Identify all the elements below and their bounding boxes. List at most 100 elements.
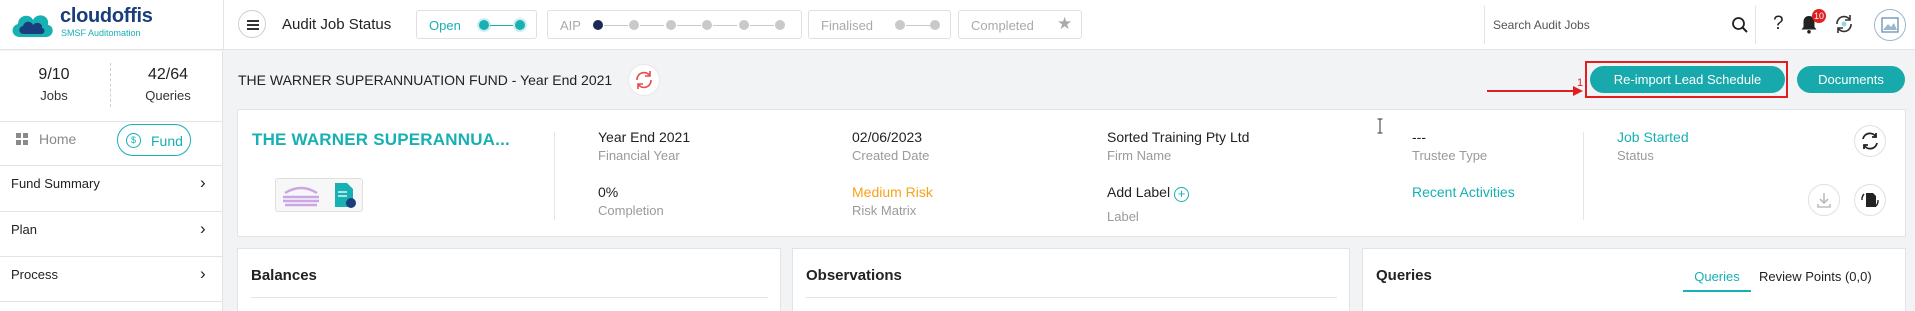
sidebar-item-label: Fund Summary	[11, 176, 100, 191]
stage-aip[interactable]: AIP	[547, 10, 802, 39]
risk-matrix-label: Risk Matrix	[852, 203, 917, 218]
label-label: Label	[1107, 209, 1139, 224]
tab-home-label: Home	[39, 131, 77, 147]
help-icon[interactable]: ?	[1773, 13, 1784, 35]
stage-step-dot	[629, 20, 639, 30]
download-button[interactable]	[1808, 184, 1840, 216]
hamburger-icon-line	[247, 28, 259, 30]
status-value: Job Started	[1617, 129, 1689, 145]
user-avatar[interactable]	[1874, 9, 1906, 41]
logo-text: cloudoffis	[60, 5, 153, 27]
created-date-value: 02/06/2023	[852, 129, 923, 145]
sync-status-button[interactable]	[1854, 125, 1886, 157]
recent-activities-link[interactable]: Recent Activities	[1412, 184, 1515, 200]
chevron-right-icon: ›	[200, 219, 206, 238]
created-date-label: Created Date	[852, 148, 930, 163]
jobs-stat: 9/10 Jobs	[34, 66, 74, 103]
top-bar: cloudoffis SMSF Auditomation Audit Job S…	[0, 0, 1915, 50]
dollar-icon: $	[126, 133, 141, 148]
stage-step-line	[906, 24, 930, 26]
completion-value: 0%	[598, 184, 619, 200]
financial-year-value: Year End 2021	[598, 129, 691, 145]
sidebar-item-fund-summary[interactable]: Fund Summary ›	[0, 165, 222, 201]
tab-fund[interactable]: $ Fund	[117, 124, 191, 156]
recent-activities-field: Recent Activities	[1412, 184, 1515, 200]
fund-name[interactable]: THE WARNER SUPERANNUA...	[252, 130, 510, 150]
stage-step-line	[490, 24, 514, 26]
stage-step-dot	[930, 20, 940, 30]
fund-detail-card: THE WARNER SUPERANNUA... Year End 2021 F…	[237, 109, 1906, 237]
cloud-stack-icon	[283, 186, 319, 207]
stage-step-dot	[666, 20, 676, 30]
refresh-icon	[636, 71, 652, 89]
chevron-right-icon: ›	[200, 173, 206, 192]
observations-title: Observations	[806, 267, 902, 284]
stage-label: Finalised	[821, 18, 874, 33]
jobs-count: 9/10	[38, 66, 70, 83]
stage-step-dot	[479, 20, 489, 30]
reimport-lead-schedule-button[interactable]: Re-import Lead Schedule	[1590, 66, 1785, 93]
search-icon[interactable]	[1731, 16, 1749, 34]
hamburger-icon-line	[247, 20, 259, 22]
observations-panel: Observations	[792, 248, 1350, 311]
topbar-divider	[223, 0, 224, 50]
status-label: Status	[1617, 148, 1654, 163]
stage-finalised[interactable]: Finalised	[808, 10, 951, 39]
panel-rule	[806, 297, 1337, 298]
risk-matrix-value[interactable]: Medium Risk	[852, 184, 933, 200]
sidebar-item-divider	[0, 301, 222, 311]
sidebar-item-process[interactable]: Process ›	[0, 256, 222, 292]
sidebar-item-label: Process	[11, 267, 58, 282]
documents-button[interactable]: Documents	[1797, 66, 1905, 93]
stage-step-dot	[593, 20, 603, 30]
tab-queries[interactable]: Queries	[1683, 269, 1751, 292]
add-label-button[interactable]: Add Label +	[1107, 184, 1190, 202]
status-field: Job Started Status	[1617, 129, 1689, 163]
label-field: Add Label + Label	[1107, 184, 1190, 224]
stage-step-line	[604, 24, 628, 26]
tab-fund-label: Fund	[151, 133, 183, 149]
page-title: Audit Job Status	[282, 16, 392, 33]
balances-panel: Balances	[237, 248, 781, 311]
notification-count-badge: 10	[1812, 9, 1827, 23]
trustee-type-value: ---	[1412, 129, 1426, 145]
stage-step-dot	[515, 20, 525, 30]
stage-label: Open	[429, 18, 461, 33]
chevron-right-icon: ›	[200, 264, 206, 283]
stat-divider-horizontal	[0, 121, 222, 122]
document-sync-button[interactable]	[1854, 184, 1886, 216]
queries-panel: Queries Queries Review Points (0,0)	[1362, 248, 1906, 311]
landscape-image-icon	[1881, 17, 1899, 33]
risk-matrix-field: Medium Risk Risk Matrix	[852, 184, 933, 218]
star-icon: ★	[1057, 14, 1073, 33]
sync-icon[interactable]	[1832, 12, 1856, 36]
app-logo[interactable]: cloudoffis SMSF Auditomation	[8, 3, 220, 47]
trustee-type-field: --- Trustee Type	[1412, 129, 1487, 163]
plus-circle-icon: +	[1174, 187, 1190, 202]
stage-step-dot	[739, 20, 749, 30]
completion-label: Completion	[598, 203, 664, 218]
trustee-type-label: Trustee Type	[1412, 148, 1488, 163]
firm-name-value: Sorted Training Pty Ltd	[1107, 129, 1250, 145]
firm-name-label: Firm Name	[1107, 148, 1172, 163]
grid-icon	[16, 133, 28, 145]
hamburger-icon-line	[247, 24, 259, 26]
stage-step-dot	[702, 20, 712, 30]
sidebar-item-plan[interactable]: Plan ›	[0, 211, 222, 247]
card-divider	[554, 132, 555, 220]
queries-count: 42/64	[147, 66, 189, 83]
firm-name-field: Sorted Training Pty Ltd Firm Name	[1107, 129, 1249, 163]
stage-step-line	[750, 24, 774, 26]
stage-step-dot	[775, 20, 785, 30]
stage-open[interactable]: Open	[416, 10, 537, 39]
completion-field: 0% Completion	[598, 184, 664, 218]
annotation-arrow-icon	[1487, 86, 1583, 96]
stage-completed[interactable]: Completed ★	[958, 10, 1082, 39]
jobs-label: Jobs	[40, 88, 68, 103]
menu-toggle-button[interactable]	[238, 10, 266, 38]
tab-review-points[interactable]: Review Points (0,0)	[1759, 269, 1872, 284]
search-input[interactable]	[1493, 16, 1713, 34]
fund-logos	[275, 178, 363, 212]
refresh-button[interactable]	[628, 64, 660, 96]
sidebar: 9/10 Jobs 42/64 Queries Home $ Fund Fund…	[0, 51, 223, 311]
